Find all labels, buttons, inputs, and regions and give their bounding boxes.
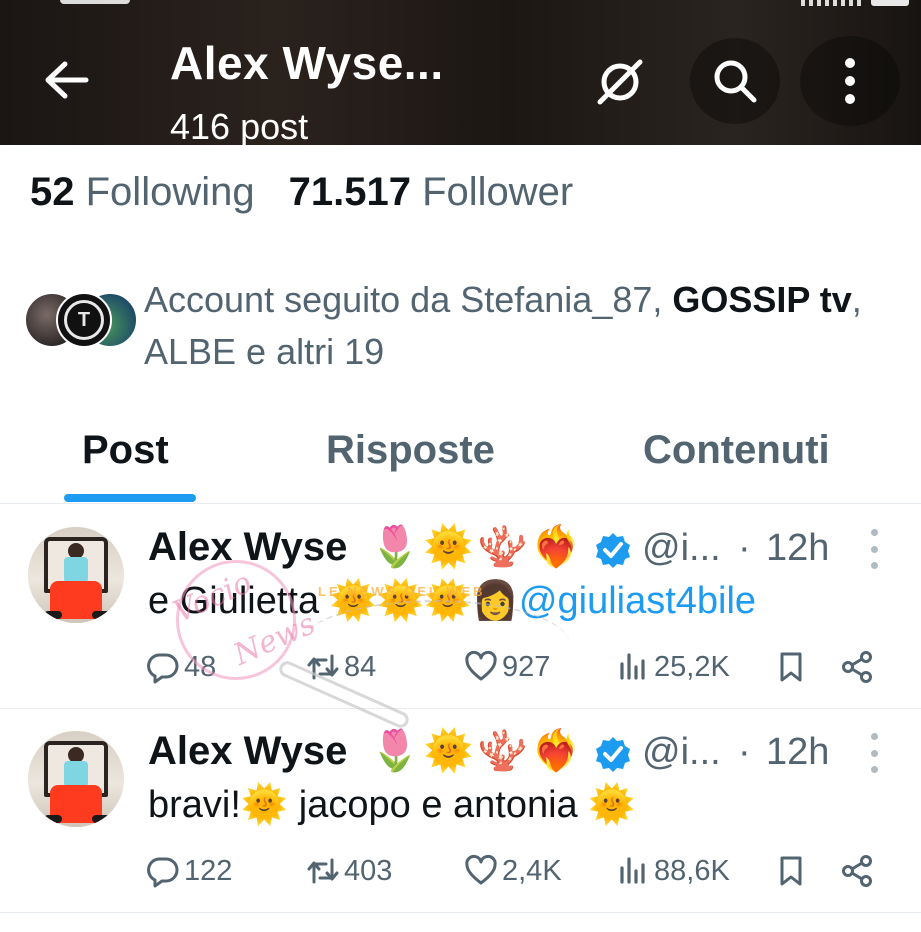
retweet-button[interactable]: 84 [306, 643, 376, 691]
retweet-icon [307, 654, 339, 680]
share-icon [842, 651, 872, 683]
bookmark-icon [780, 652, 802, 682]
tweet-header: Alex Wyse 🌷🌞🪸❤️‍🔥 @i... · 12h [148, 523, 908, 577]
avatar[interactable] [28, 527, 124, 623]
tab-risposte[interactable]: Risposte [326, 428, 495, 473]
like-button[interactable]: 927 [464, 643, 550, 691]
tweet-header: Alex Wyse 🌷🌞🪸❤️‍🔥 @i... · 12h [148, 727, 908, 781]
tweet-actions: 122 403 2,4K 88,6K [146, 847, 886, 895]
post-count: 416 post [170, 106, 309, 145]
author-handle[interactable]: @i... [642, 527, 721, 570]
views-icon [620, 857, 645, 884]
signal-icon [801, 0, 861, 6]
tab-contenuti[interactable]: Contenuti [643, 428, 830, 473]
author-name[interactable]: Alex Wyse [148, 729, 347, 774]
more-options-button[interactable] [800, 36, 900, 126]
name-emojis: 🌷🌞🪸❤️‍🔥 [370, 728, 586, 774]
more-vertical-icon [845, 58, 855, 104]
grok-icon [597, 59, 643, 105]
retweet-icon [307, 858, 339, 884]
status-bar [0, 0, 921, 14]
retweet-count: 403 [344, 854, 393, 887]
avatar: T [56, 292, 112, 348]
bookmark-button[interactable] [774, 847, 808, 895]
followed-by-avatars: T [24, 292, 138, 350]
views-button[interactable]: 88,6K [616, 847, 730, 895]
tweet-more-icon[interactable] [864, 529, 884, 569]
tweet[interactable]: Alex Wyse 🌷🌞🪸❤️‍🔥 @i... · 12h e Giuliett… [0, 505, 921, 709]
followers-label: Follower [422, 170, 574, 214]
heart-icon [465, 650, 497, 681]
separator-dot: · [738, 731, 751, 773]
followed-by-text: Account seguito da Stefania_87, GOSSIP t… [144, 279, 862, 372]
profile-header: Alex Wyse... 416 post [0, 0, 921, 145]
share-button[interactable] [840, 847, 874, 895]
like-button[interactable]: 2,4K [464, 847, 562, 895]
tab-post[interactable]: Post [82, 428, 169, 473]
verified-badge-icon [596, 737, 630, 772]
reply-count: 122 [184, 854, 233, 887]
profile-name-title: Alex Wyse... [170, 37, 444, 89]
mention-link[interactable]: @giuliast4bile [519, 580, 756, 622]
back-arrow-icon [45, 61, 89, 99]
bookmark-button[interactable] [774, 643, 808, 691]
grok-button[interactable] [580, 42, 660, 122]
battery-icon [871, 0, 909, 6]
followers-link[interactable]: 71.517 Follower [289, 170, 574, 214]
retweet-button[interactable]: 403 [306, 847, 392, 895]
follow-stats: 52 Following 71.517 Follower [30, 170, 573, 215]
share-button[interactable] [840, 643, 874, 691]
separator-dot: · [738, 527, 751, 569]
views-icon [620, 653, 645, 680]
reply-button[interactable]: 122 [146, 847, 232, 895]
author-name[interactable]: Alex Wyse [148, 525, 347, 570]
back-button[interactable] [24, 42, 108, 118]
profile-tabs: Post Risposte Contenuti [0, 410, 921, 504]
tweet-text: e Giulietta 🌞🌞🌞👩@giuliast4bile [148, 580, 757, 622]
reply-icon [147, 653, 179, 684]
following-link[interactable]: 52 Following [30, 170, 255, 214]
followed-by[interactable]: T Account seguito da Stefania_87, GOSSIP… [24, 274, 914, 374]
verified-badge-icon [596, 533, 630, 568]
tweet[interactable]: Alex Wyse 🌷🌞🪸❤️‍🔥 @i... · 12h bravi!🌞 ja… [0, 709, 921, 913]
followers-count: 71.517 [288, 170, 411, 214]
retweet-count: 84 [344, 650, 377, 683]
reply-icon [147, 857, 179, 888]
reply-button[interactable]: 48 [146, 643, 216, 691]
active-tab-indicator [64, 494, 196, 502]
tweet-text: bravi!🌞 jacopo e antonia 🌞 [148, 784, 636, 826]
share-icon [842, 855, 872, 887]
following-count: 52 [30, 170, 75, 214]
views-count: 25,2K [654, 650, 730, 683]
views-count: 88,6K [654, 854, 730, 887]
reply-count: 48 [184, 650, 217, 683]
tweet-actions: 48 84 927 25,2K [146, 643, 886, 691]
next-tweet-edge [0, 913, 921, 932]
tweet-time[interactable]: 12h [766, 731, 829, 774]
like-count: 2,4K [502, 854, 562, 887]
search-icon [714, 60, 757, 103]
name-emojis: 🌷🌞🪸❤️‍🔥 [370, 524, 586, 570]
search-button[interactable] [690, 38, 780, 124]
heart-icon [465, 854, 497, 885]
tweet-time[interactable]: 12h [766, 527, 829, 570]
like-count: 927 [502, 650, 551, 683]
tweet-more-icon[interactable] [864, 733, 884, 773]
following-label: Following [85, 170, 255, 214]
views-button[interactable]: 25,2K [616, 643, 730, 691]
bookmark-icon [780, 856, 802, 886]
author-handle[interactable]: @i... [642, 731, 721, 774]
status-time-fragment [60, 0, 130, 4]
avatar[interactable] [28, 731, 124, 827]
